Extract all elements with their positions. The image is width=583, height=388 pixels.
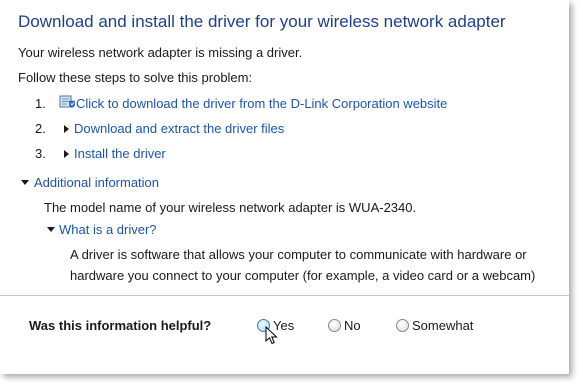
step-number: 2.: [35, 121, 46, 136]
step-1-download-link[interactable]: Click to download the driver from the D-…: [76, 96, 447, 111]
feedback-question: Was this information helpful?: [29, 318, 212, 333]
steps-heading: Follow these steps to solve this problem…: [18, 70, 253, 85]
step-3-link[interactable]: Install the driver: [74, 146, 166, 161]
step-2-link[interactable]: Download and extract the driver files: [74, 121, 284, 136]
what-is-driver-toggle[interactable]: What is a driver?: [59, 222, 157, 237]
mouse-cursor-icon: [265, 325, 279, 346]
expand-arrow-icon[interactable]: [64, 150, 69, 158]
driver-explanation-line-1: A driver is software that allows your co…: [70, 247, 527, 262]
collapse-arrow-icon[interactable]: [47, 227, 55, 232]
feedback-no-radio[interactable]: [328, 319, 341, 332]
step-number: 1.: [35, 96, 46, 111]
feedback-somewhat-label[interactable]: Somewhat: [412, 318, 473, 333]
expand-arrow-icon[interactable]: [64, 125, 69, 133]
divider: [0, 295, 569, 296]
feedback-no-label[interactable]: No: [344, 318, 361, 333]
step-number: 3.: [35, 146, 46, 161]
page-title: Download and install the driver for your…: [18, 12, 506, 31]
additional-information-toggle[interactable]: Additional information: [34, 175, 159, 190]
collapse-arrow-icon[interactable]: [21, 180, 29, 185]
troubleshooter-panel: Download and install the driver for your…: [0, 0, 569, 374]
driver-explanation-line-2: hardware you connect to your computer (f…: [70, 268, 536, 283]
feedback-somewhat-radio[interactable]: [396, 319, 409, 332]
intro-text: Your wireless network adapter is missing…: [18, 45, 303, 60]
model-name-text: The model name of your wireless network …: [44, 200, 417, 215]
download-shield-icon: [59, 94, 76, 110]
